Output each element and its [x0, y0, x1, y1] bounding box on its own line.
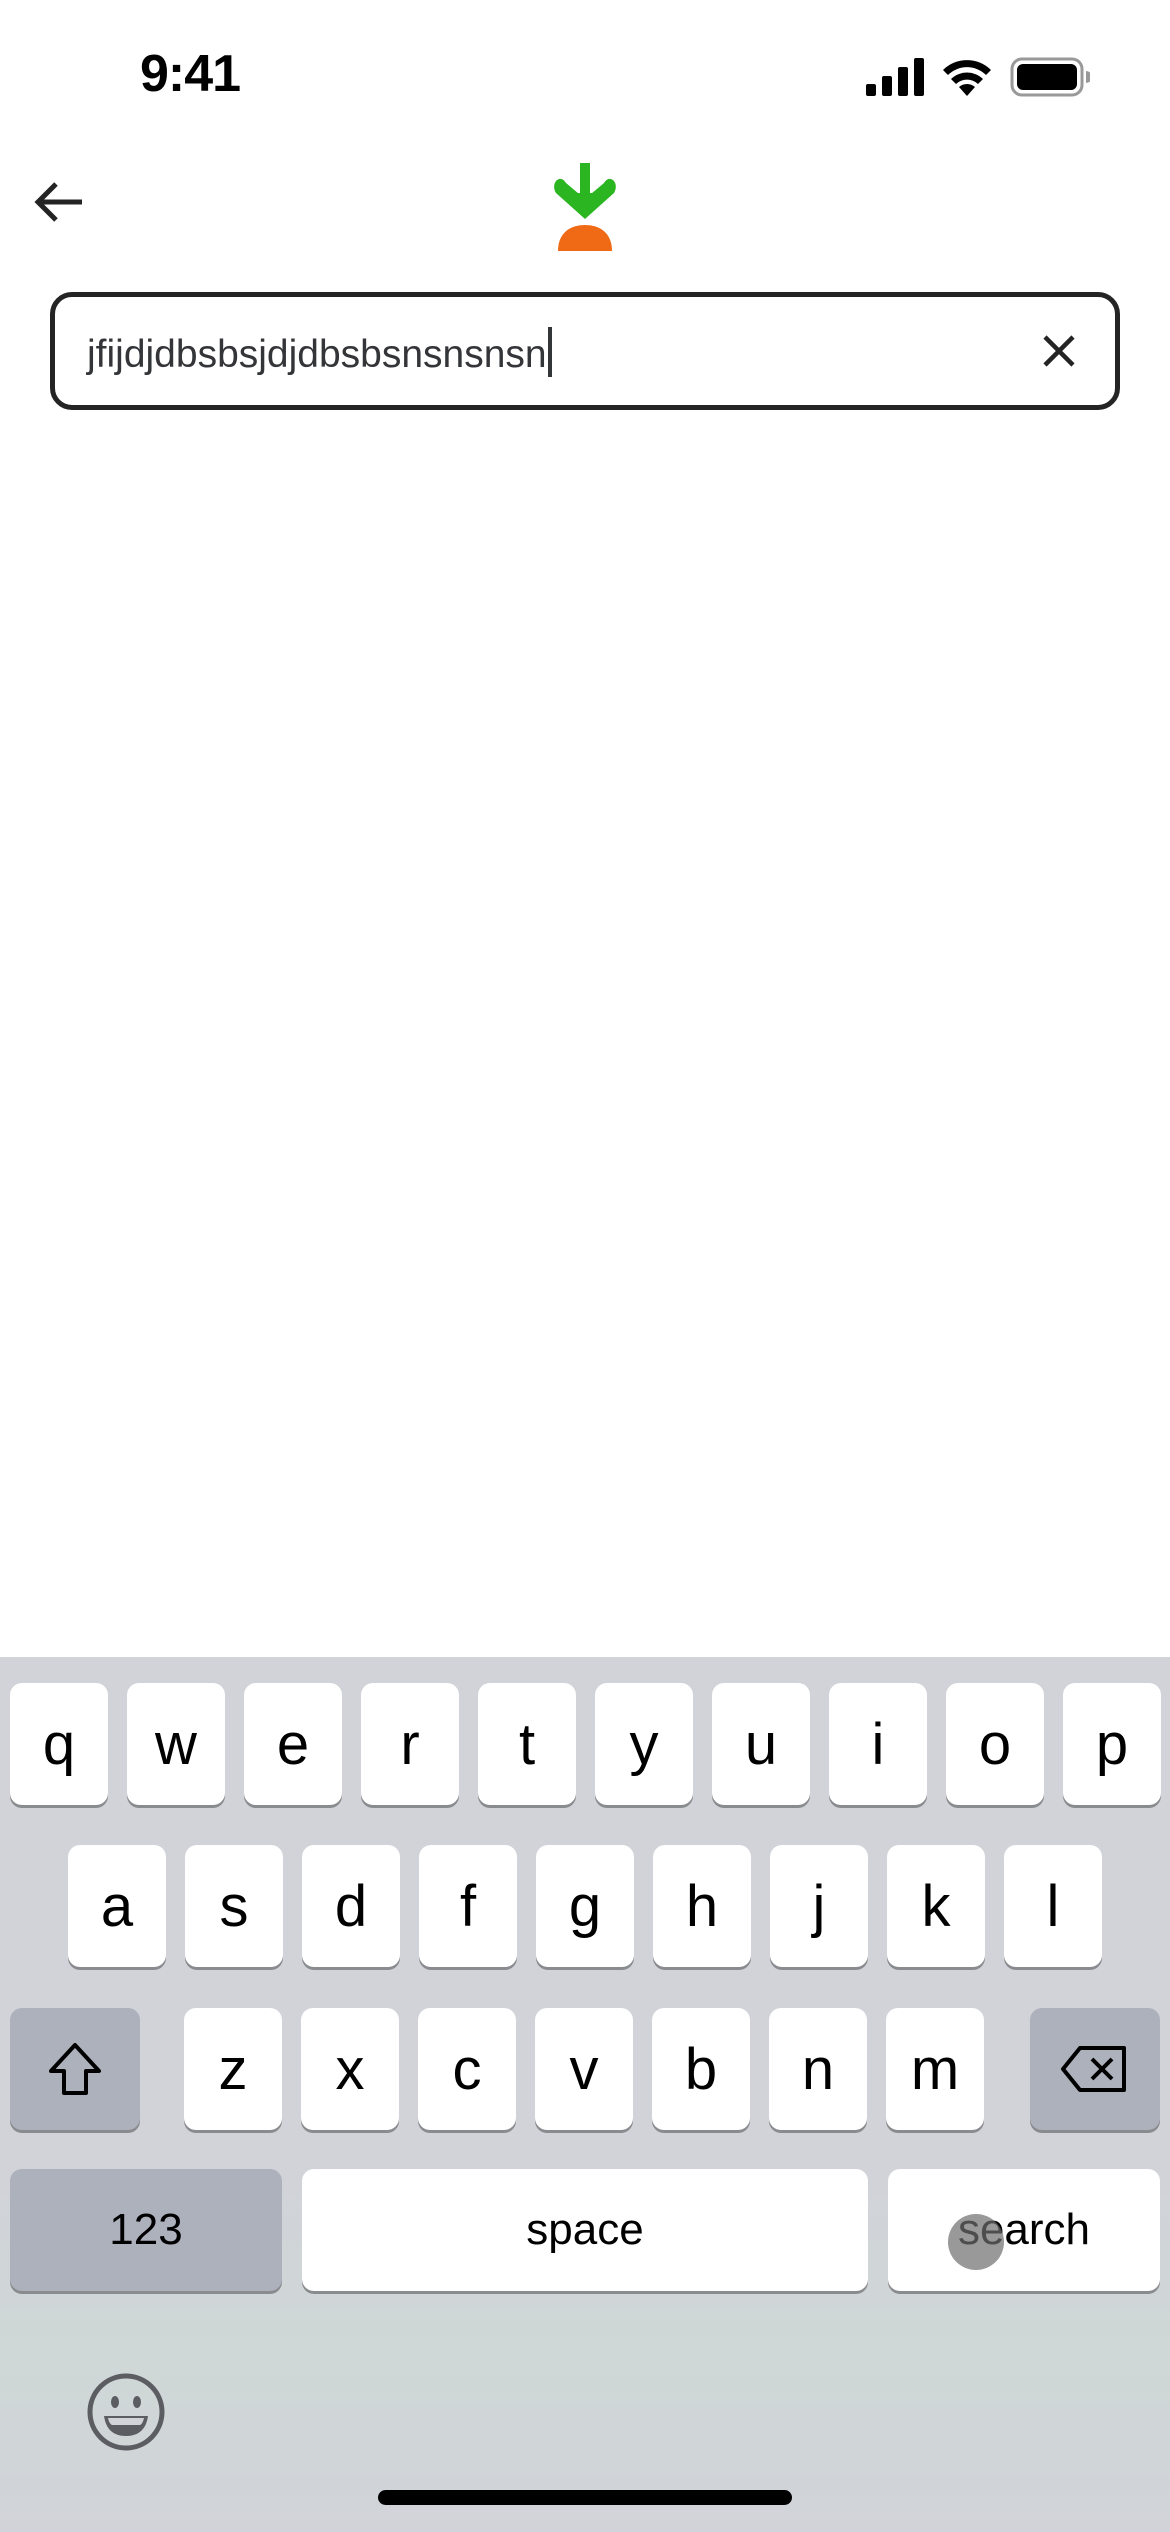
key-label: s [219, 1873, 249, 1939]
key-z[interactable]: z [184, 2008, 282, 2130]
cellular-signal-icon [866, 58, 924, 96]
key-label: u [744, 1711, 778, 1777]
key-i[interactable]: i [829, 1683, 927, 1805]
key-t[interactable]: t [478, 1683, 576, 1805]
key-w[interactable]: w [127, 1683, 225, 1805]
key-label: n [801, 2036, 835, 2102]
key-label: l [1046, 1873, 1060, 1939]
key-e[interactable]: e [244, 1683, 342, 1805]
key-label: i [871, 1711, 885, 1777]
search-input[interactable]: jfijdjdbsbsjdjdbsbsnsnsnsn [50, 292, 1120, 410]
status-icons [866, 56, 1090, 98]
key-label: g [568, 1873, 602, 1939]
key-l[interactable]: l [1004, 1845, 1102, 1967]
touch-indicator [948, 2214, 1004, 2270]
key-d[interactable]: d [302, 1845, 400, 1967]
keyboard: q w e r t y u i o p a s d f g h j k l z x c v b n m 123 space search [0, 1657, 1170, 2532]
wifi-icon [943, 60, 991, 96]
key-label: r [400, 1711, 420, 1777]
key-label: c [452, 2036, 482, 2102]
key-n[interactable]: n [769, 2008, 867, 2130]
search-key[interactable]: search [888, 2169, 1160, 2291]
key-a[interactable]: a [68, 1845, 166, 1967]
key-c[interactable]: c [418, 2008, 516, 2130]
emoji-icon[interactable] [86, 2372, 166, 2452]
battery-icon [1010, 57, 1090, 97]
key-p[interactable]: p [1063, 1683, 1161, 1805]
close-icon[interactable] [1037, 329, 1081, 373]
key-label: 123 [109, 2205, 183, 2254]
key-k[interactable]: k [887, 1845, 985, 1967]
key-label: x [335, 2036, 365, 2102]
shift-icon [49, 2043, 101, 2095]
key-label: a [100, 1873, 134, 1939]
arrow-left-icon[interactable] [30, 172, 90, 232]
key-f[interactable]: f [419, 1845, 517, 1967]
key-label: p [1095, 1711, 1129, 1777]
backspace-key[interactable] [1030, 2008, 1160, 2130]
status-time: 9:41 [140, 45, 241, 103]
key-q[interactable]: q [10, 1683, 108, 1805]
key-label: v [569, 2036, 599, 2102]
shift-key[interactable] [10, 2008, 140, 2130]
key-label: t [518, 1711, 536, 1777]
carrot-logo [554, 163, 616, 251]
key-b[interactable]: b [652, 2008, 750, 2130]
key-label: d [334, 1873, 368, 1939]
key-label: f [459, 1873, 477, 1939]
key-g[interactable]: g [536, 1845, 634, 1967]
key-m[interactable]: m [886, 2008, 984, 2130]
search-text: jfijdjdbsbsjdjdbsbsnsnsnsn [87, 333, 547, 376]
key-x[interactable]: x [301, 2008, 399, 2130]
numbers-key[interactable]: 123 [10, 2169, 282, 2291]
backspace-icon [1061, 2046, 1126, 2092]
key-label: j [812, 1873, 826, 1939]
key-h[interactable]: h [653, 1845, 751, 1967]
key-label: b [684, 2036, 718, 2102]
key-label: k [921, 1873, 951, 1939]
key-label: z [218, 2036, 248, 2102]
key-o[interactable]: o [946, 1683, 1044, 1805]
key-y[interactable]: y [595, 1683, 693, 1805]
key-label: o [978, 1711, 1012, 1777]
space-key[interactable]: space [302, 2169, 868, 2291]
search-input-value[interactable]: jfijdjdbsbsjdjdbsbsnsnsnsn [87, 327, 552, 377]
home-indicator[interactable] [378, 2490, 792, 2505]
key-r[interactable]: r [361, 1683, 459, 1805]
key-j[interactable]: j [770, 1845, 868, 1967]
key-u[interactable]: u [712, 1683, 810, 1805]
text-caret [547, 327, 552, 377]
key-label: y [629, 1711, 659, 1777]
key-label: q [42, 1711, 76, 1777]
key-label: space [526, 2205, 644, 2254]
key-label: h [685, 1873, 719, 1939]
key-label: w [155, 1711, 197, 1777]
key-v[interactable]: v [535, 2008, 633, 2130]
key-s[interactable]: s [185, 1845, 283, 1967]
key-label: m [910, 2036, 960, 2102]
key-label: e [276, 1711, 310, 1777]
